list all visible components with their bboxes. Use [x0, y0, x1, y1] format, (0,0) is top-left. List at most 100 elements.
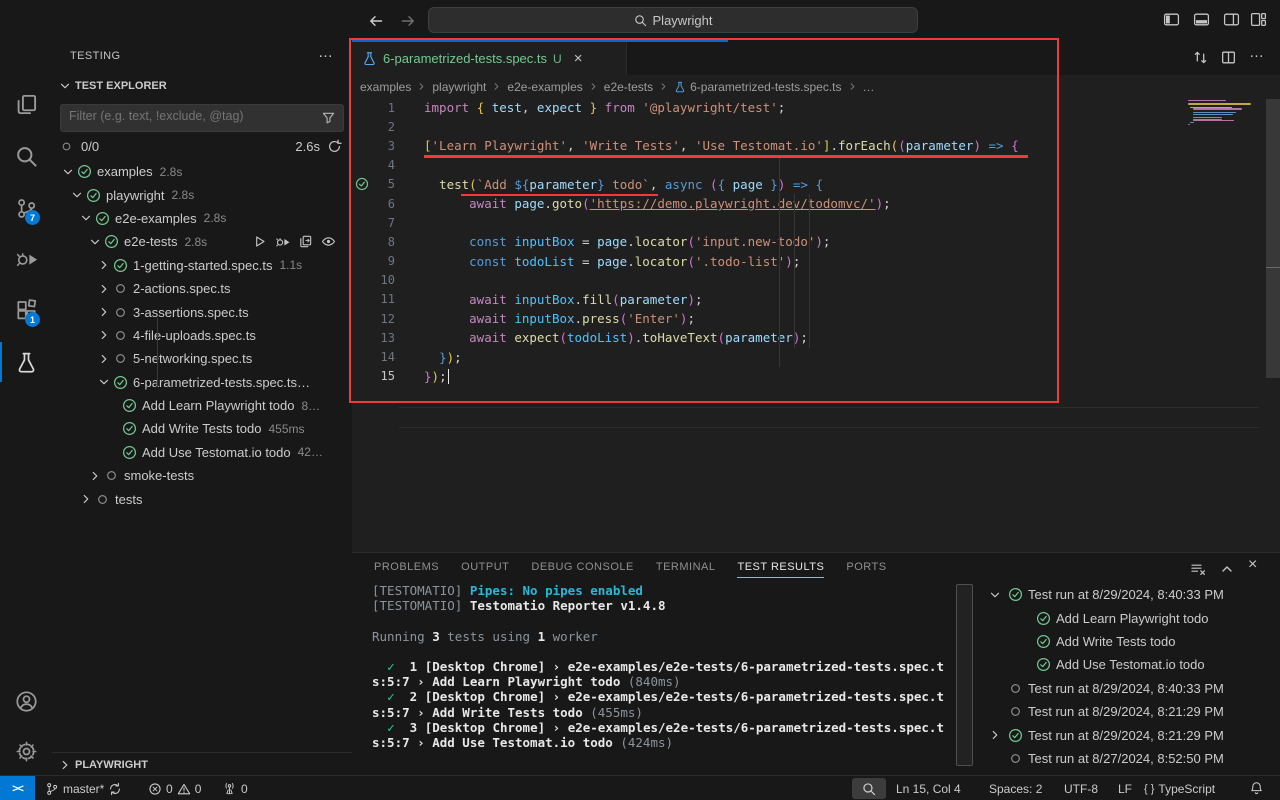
encoding-status[interactable]: UTF-8 — [1064, 776, 1098, 800]
breadcrumb-item[interactable]: examples — [360, 80, 411, 94]
goto-test-icon[interactable] — [298, 234, 313, 249]
code-line[interactable]: 6 await page.goto('https://demo.playwrig… — [352, 194, 1280, 213]
close-panel-icon[interactable]: × — [1248, 556, 1257, 574]
remote-indicator[interactable]: >< — [0, 776, 35, 800]
test-tree-item[interactable]: e2e-examples2.8s — [52, 207, 352, 230]
run-test-icon[interactable] — [252, 234, 267, 249]
code-line[interactable]: 8 const inputBox = page.locator('input.n… — [352, 232, 1280, 251]
panel-tab-ports[interactable]: PORTS — [846, 556, 886, 577]
ports-status[interactable]: 0 — [222, 776, 248, 800]
test-tree-item[interactable]: Add Write Tests todo455ms — [52, 417, 352, 440]
toggle-panel-icon[interactable] — [1193, 11, 1210, 29]
notifications-bell-icon[interactable] — [1249, 776, 1264, 800]
test-tree-item[interactable]: 3-assertions.spec.ts — [52, 300, 352, 323]
test-tree-item[interactable]: 5-networking.spec.ts — [52, 347, 352, 370]
code-line[interactable]: 15}); — [352, 367, 1280, 386]
test-run-item[interactable]: Add Write Tests todo — [984, 630, 1280, 653]
tab-close-icon[interactable]: × — [574, 50, 583, 67]
gutter-test-pass-icon[interactable] — [355, 177, 369, 191]
code-line[interactable]: 5 test(`Add ${parameter} todo`, async ({… — [352, 175, 1280, 194]
test-run-item[interactable]: Add Use Testomat.io todo — [984, 653, 1280, 676]
breadcrumb-item[interactable]: e2e-examples — [507, 80, 582, 94]
clear-results-icon[interactable] — [1190, 560, 1206, 578]
test-run-item[interactable]: Test run at 8/29/2024, 8:21:29 PM — [984, 700, 1280, 723]
test-run-item[interactable]: Add Learn Playwright todo — [984, 606, 1280, 629]
eol-status[interactable]: LF — [1118, 776, 1132, 800]
minimap[interactable] — [1188, 100, 1254, 125]
debug-test-icon[interactable] — [275, 234, 290, 249]
test-run-item[interactable]: Test run at 8/29/2024, 8:21:29 PM — [984, 723, 1280, 746]
code-line[interactable]: 14 }); — [352, 347, 1280, 366]
code-view[interactable]: 1import { test, expect } from '@playwrig… — [352, 98, 1280, 386]
language-mode[interactable]: { } TypeScript — [1144, 776, 1215, 800]
maximize-panel-icon[interactable] — [1219, 560, 1235, 578]
branch-status[interactable]: master* — [45, 776, 122, 800]
screencast-zoom-indicator[interactable] — [852, 778, 886, 799]
code-line[interactable]: 7 — [352, 213, 1280, 232]
panel-tab-problems[interactable]: PROBLEMS — [374, 556, 439, 577]
test-tree-item[interactable]: 1-getting-started.spec.ts1.1s — [52, 254, 352, 277]
cursor-position[interactable]: Ln 15, Col 4 — [896, 776, 961, 800]
code-line[interactable]: 13 await expect(todoList).toHaveText(par… — [352, 328, 1280, 347]
test-tree-item[interactable]: 2-actions.spec.ts — [52, 277, 352, 300]
test-tree-item[interactable]: playwright2.8s — [52, 183, 352, 206]
test-tree-item[interactable]: Add Learn Playwright todo8… — [52, 394, 352, 417]
code-line[interactable]: 3['Learn Playwright', 'Write Tests', 'Us… — [352, 136, 1280, 155]
panel-tab-output[interactable]: OUTPUT — [461, 556, 509, 577]
code-line[interactable]: 11 await inputBox.fill(parameter); — [352, 290, 1280, 309]
test-tree-item[interactable]: tests — [52, 487, 352, 510]
filter-icon[interactable] — [321, 110, 336, 125]
test-tree-item[interactable]: e2e-tests2.8s — [52, 230, 352, 253]
test-tree-item[interactable]: Add Use Testomat.io todo42… — [52, 441, 352, 464]
source-control-icon[interactable] — [0, 186, 52, 230]
code-line[interactable]: 1import { test, expect } from '@playwrig… — [352, 98, 1280, 117]
test-explorer-section-header[interactable]: TEST EXPLORER — [58, 79, 167, 93]
editor-scrollbar[interactable] — [1266, 99, 1280, 378]
breadcrumb-item[interactable]: … — [863, 80, 875, 94]
refresh-icon[interactable] — [327, 139, 342, 154]
watch-test-icon[interactable] — [321, 234, 336, 249]
panel-tab-test-results[interactable]: TEST RESULTS — [737, 556, 824, 578]
test-tree-item[interactable]: smoke-tests — [52, 464, 352, 487]
more-actions-icon[interactable]: … — [318, 44, 334, 61]
playwright-section-header[interactable]: PLAYWRIGHT — [52, 752, 357, 776]
editor-more-actions-icon[interactable]: … — [1249, 44, 1265, 61]
editor-tab[interactable]: 6-parametrized-tests.spec.ts U × — [352, 42, 627, 75]
problems-status[interactable]: 0 0 — [148, 776, 201, 800]
customize-layout-icon[interactable] — [1250, 11, 1267, 29]
test-tree-item[interactable]: 4-file-uploads.spec.ts — [52, 324, 352, 347]
test-tree-item[interactable]: examples2.8s — [52, 160, 352, 183]
open-changes-icon[interactable] — [1192, 49, 1209, 67]
test-run-item[interactable]: Test run at 8/27/2024, 8:52:50 PM — [984, 747, 1280, 770]
breadcrumb-item[interactable]: 6-parametrized-tests.spec.ts — [674, 80, 841, 94]
nav-back-icon[interactable] — [368, 10, 384, 29]
testing-icon[interactable] — [0, 340, 52, 384]
breadcrumb-item[interactable]: e2e-tests — [604, 80, 653, 94]
explorer-icon[interactable] — [0, 82, 52, 126]
test-results-output[interactable]: [TESTOMATIO] Pipes: No pipes enabled[TES… — [372, 583, 972, 750]
toggle-primary-sidebar-icon[interactable] — [1163, 11, 1180, 29]
nav-forward-icon[interactable] — [400, 10, 416, 29]
settings-gear-icon[interactable] — [0, 729, 52, 773]
code-line[interactable]: 12 await inputBox.press('Enter'); — [352, 309, 1280, 328]
search-activity-icon[interactable] — [0, 134, 52, 178]
panel-tab-debug-console[interactable]: DEBUG CONSOLE — [531, 556, 633, 577]
extensions-icon[interactable] — [0, 288, 52, 332]
test-run-item[interactable]: Test run at 8/29/2024, 8:40:33 PM — [984, 583, 1280, 606]
breadcrumb-item[interactable]: playwright — [432, 80, 486, 94]
panel-tab-terminal[interactable]: TERMINAL — [656, 556, 716, 577]
test-tree-item[interactable]: 6-parametrized-tests.spec.ts… — [52, 371, 352, 394]
test-filter-input[interactable] — [61, 105, 299, 127]
code-line[interactable]: 10 — [352, 271, 1280, 290]
test-run-item[interactable]: Test run at 8/29/2024, 8:40:33 PM — [984, 677, 1280, 700]
run-debug-icon[interactable] — [0, 236, 52, 280]
code-line[interactable]: 2 — [352, 117, 1280, 136]
command-center[interactable]: Playwright — [428, 7, 918, 33]
toggle-secondary-sidebar-icon[interactable] — [1223, 11, 1240, 29]
indentation-status[interactable]: Spaces: 2 — [989, 776, 1042, 800]
account-icon[interactable] — [0, 679, 52, 723]
split-editor-icon[interactable] — [1220, 49, 1237, 67]
code-line[interactable]: 9 const todoList = page.locator('.todo-l… — [352, 252, 1280, 271]
code-line[interactable]: 4 — [352, 156, 1280, 175]
output-scrollbar[interactable] — [956, 584, 973, 766]
